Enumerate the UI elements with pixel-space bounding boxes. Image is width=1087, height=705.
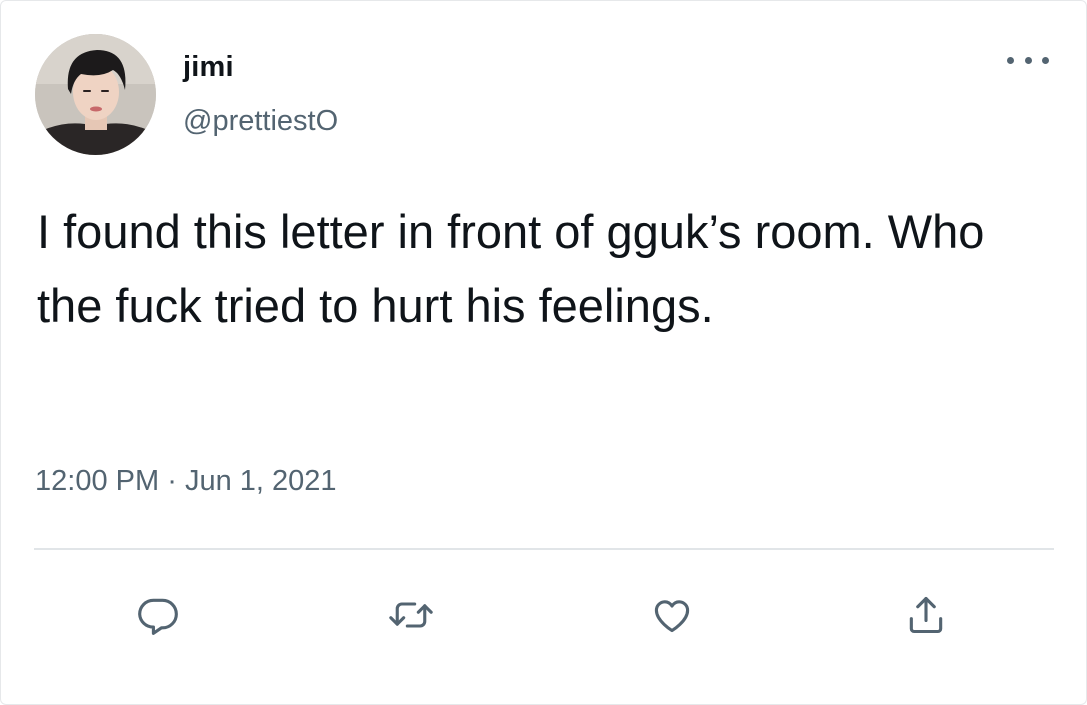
tweet-date: Jun 1, 2021 (184, 465, 337, 497)
avatar[interactable] (35, 34, 156, 155)
user-handle[interactable]: @prettiestO (183, 105, 338, 138)
tweet-card: jimi @prettiestO I found this letter in … (0, 0, 1087, 705)
share-button[interactable] (900, 589, 952, 641)
display-name[interactable]: jimi (183, 51, 234, 84)
more-dots-icon[interactable] (1005, 48, 1051, 72)
more-dot (1042, 56, 1049, 64)
divider (34, 548, 1054, 550)
tweet-time: 12:00 PM (35, 465, 160, 497)
tweet-text: I found this letter in front of gguk’s r… (37, 205, 985, 332)
reply-bubble-icon (138, 598, 178, 635)
like-button[interactable] (646, 589, 698, 641)
share-upload-icon (909, 596, 943, 634)
reply-button[interactable] (132, 589, 184, 641)
meta-separator: · (167, 465, 177, 497)
heart-icon (654, 600, 690, 633)
avatar-photo (35, 34, 156, 155)
retweet-icon (389, 602, 433, 628)
tweet-timestamp[interactable]: 12:00 PM · Jun 1, 2021 (35, 465, 337, 498)
more-dot (1007, 56, 1014, 64)
retweet-button[interactable] (385, 589, 437, 641)
more-dot (1024, 56, 1032, 64)
